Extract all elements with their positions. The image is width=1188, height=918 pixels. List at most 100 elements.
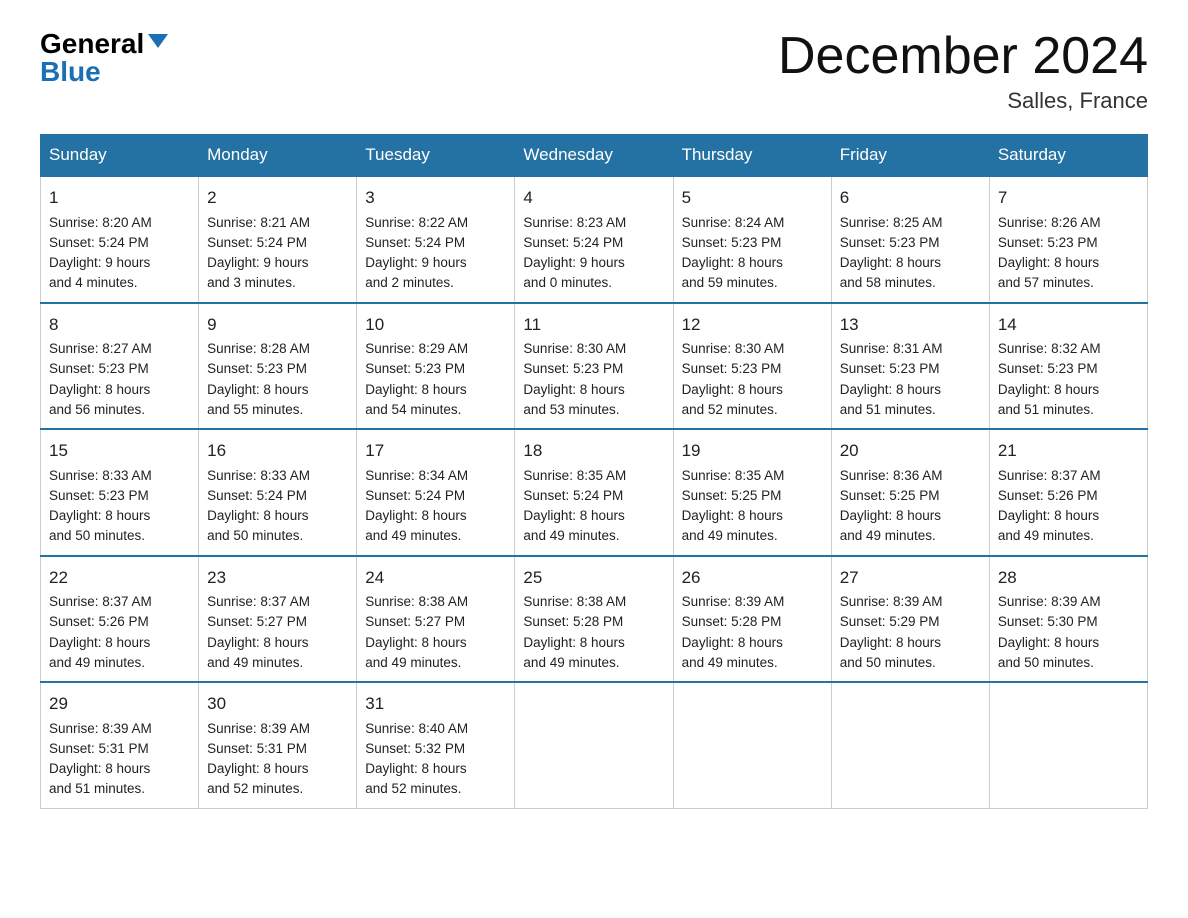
day-info: Sunrise: 8:32 AMSunset: 5:23 PMDaylight:… [998, 339, 1139, 420]
page-header: General Blue December 2024 Salles, Franc… [40, 30, 1148, 114]
day-number: 22 [49, 565, 190, 591]
calendar-cell: 24Sunrise: 8:38 AMSunset: 5:27 PMDayligh… [357, 556, 515, 683]
day-number: 11 [523, 312, 664, 338]
week-row-3: 15Sunrise: 8:33 AMSunset: 5:23 PMDayligh… [41, 429, 1148, 556]
day-number: 6 [840, 185, 981, 211]
calendar-cell: 15Sunrise: 8:33 AMSunset: 5:23 PMDayligh… [41, 429, 199, 556]
logo: General Blue [40, 30, 168, 86]
column-header-friday: Friday [831, 135, 989, 177]
day-info: Sunrise: 8:34 AMSunset: 5:24 PMDaylight:… [365, 466, 506, 547]
day-number: 27 [840, 565, 981, 591]
day-number: 10 [365, 312, 506, 338]
day-number: 18 [523, 438, 664, 464]
calendar-cell: 18Sunrise: 8:35 AMSunset: 5:24 PMDayligh… [515, 429, 673, 556]
column-header-saturday: Saturday [989, 135, 1147, 177]
day-info: Sunrise: 8:38 AMSunset: 5:27 PMDaylight:… [365, 592, 506, 673]
day-number: 16 [207, 438, 348, 464]
calendar-cell [989, 682, 1147, 808]
calendar-cell: 1Sunrise: 8:20 AMSunset: 5:24 PMDaylight… [41, 176, 199, 303]
day-info: Sunrise: 8:30 AMSunset: 5:23 PMDaylight:… [523, 339, 664, 420]
day-info: Sunrise: 8:36 AMSunset: 5:25 PMDaylight:… [840, 466, 981, 547]
logo-blue-text: Blue [40, 58, 101, 86]
header-row: SundayMondayTuesdayWednesdayThursdayFrid… [41, 135, 1148, 177]
column-header-tuesday: Tuesday [357, 135, 515, 177]
day-number: 19 [682, 438, 823, 464]
day-number: 23 [207, 565, 348, 591]
day-number: 14 [998, 312, 1139, 338]
calendar-cell: 14Sunrise: 8:32 AMSunset: 5:23 PMDayligh… [989, 303, 1147, 430]
calendar-cell [673, 682, 831, 808]
day-number: 4 [523, 185, 664, 211]
calendar-cell: 21Sunrise: 8:37 AMSunset: 5:26 PMDayligh… [989, 429, 1147, 556]
day-number: 13 [840, 312, 981, 338]
month-title: December 2024 [778, 30, 1148, 82]
day-number: 24 [365, 565, 506, 591]
day-number: 2 [207, 185, 348, 211]
header-right: December 2024 Salles, France [778, 30, 1148, 114]
day-number: 1 [49, 185, 190, 211]
calendar-cell: 17Sunrise: 8:34 AMSunset: 5:24 PMDayligh… [357, 429, 515, 556]
day-number: 26 [682, 565, 823, 591]
calendar-cell: 5Sunrise: 8:24 AMSunset: 5:23 PMDaylight… [673, 176, 831, 303]
day-info: Sunrise: 8:24 AMSunset: 5:23 PMDaylight:… [682, 213, 823, 294]
day-number: 20 [840, 438, 981, 464]
logo-triangle-icon [148, 34, 168, 48]
calendar-cell: 10Sunrise: 8:29 AMSunset: 5:23 PMDayligh… [357, 303, 515, 430]
day-info: Sunrise: 8:28 AMSunset: 5:23 PMDaylight:… [207, 339, 348, 420]
location-label: Salles, France [778, 88, 1148, 114]
calendar-cell: 13Sunrise: 8:31 AMSunset: 5:23 PMDayligh… [831, 303, 989, 430]
calendar-cell: 11Sunrise: 8:30 AMSunset: 5:23 PMDayligh… [515, 303, 673, 430]
calendar-cell [515, 682, 673, 808]
day-info: Sunrise: 8:35 AMSunset: 5:24 PMDaylight:… [523, 466, 664, 547]
day-info: Sunrise: 8:38 AMSunset: 5:28 PMDaylight:… [523, 592, 664, 673]
day-number: 17 [365, 438, 506, 464]
day-info: Sunrise: 8:35 AMSunset: 5:25 PMDaylight:… [682, 466, 823, 547]
day-info: Sunrise: 8:40 AMSunset: 5:32 PMDaylight:… [365, 719, 506, 800]
calendar-cell: 20Sunrise: 8:36 AMSunset: 5:25 PMDayligh… [831, 429, 989, 556]
week-row-4: 22Sunrise: 8:37 AMSunset: 5:26 PMDayligh… [41, 556, 1148, 683]
day-number: 3 [365, 185, 506, 211]
day-info: Sunrise: 8:39 AMSunset: 5:28 PMDaylight:… [682, 592, 823, 673]
day-info: Sunrise: 8:39 AMSunset: 5:30 PMDaylight:… [998, 592, 1139, 673]
calendar-cell: 26Sunrise: 8:39 AMSunset: 5:28 PMDayligh… [673, 556, 831, 683]
day-info: Sunrise: 8:22 AMSunset: 5:24 PMDaylight:… [365, 213, 506, 294]
column-header-monday: Monday [199, 135, 357, 177]
calendar-cell: 30Sunrise: 8:39 AMSunset: 5:31 PMDayligh… [199, 682, 357, 808]
day-number: 8 [49, 312, 190, 338]
week-row-5: 29Sunrise: 8:39 AMSunset: 5:31 PMDayligh… [41, 682, 1148, 808]
day-number: 5 [682, 185, 823, 211]
day-number: 28 [998, 565, 1139, 591]
column-header-thursday: Thursday [673, 135, 831, 177]
day-info: Sunrise: 8:29 AMSunset: 5:23 PMDaylight:… [365, 339, 506, 420]
calendar-cell: 19Sunrise: 8:35 AMSunset: 5:25 PMDayligh… [673, 429, 831, 556]
calendar-cell: 23Sunrise: 8:37 AMSunset: 5:27 PMDayligh… [199, 556, 357, 683]
day-info: Sunrise: 8:30 AMSunset: 5:23 PMDaylight:… [682, 339, 823, 420]
calendar-cell: 6Sunrise: 8:25 AMSunset: 5:23 PMDaylight… [831, 176, 989, 303]
column-header-sunday: Sunday [41, 135, 199, 177]
calendar-cell: 9Sunrise: 8:28 AMSunset: 5:23 PMDaylight… [199, 303, 357, 430]
day-info: Sunrise: 8:25 AMSunset: 5:23 PMDaylight:… [840, 213, 981, 294]
day-info: Sunrise: 8:37 AMSunset: 5:26 PMDaylight:… [49, 592, 190, 673]
day-info: Sunrise: 8:33 AMSunset: 5:23 PMDaylight:… [49, 466, 190, 547]
day-info: Sunrise: 8:27 AMSunset: 5:23 PMDaylight:… [49, 339, 190, 420]
calendar-cell: 28Sunrise: 8:39 AMSunset: 5:30 PMDayligh… [989, 556, 1147, 683]
week-row-2: 8Sunrise: 8:27 AMSunset: 5:23 PMDaylight… [41, 303, 1148, 430]
day-number: 9 [207, 312, 348, 338]
day-number: 30 [207, 691, 348, 717]
day-info: Sunrise: 8:26 AMSunset: 5:23 PMDaylight:… [998, 213, 1139, 294]
day-number: 12 [682, 312, 823, 338]
day-number: 25 [523, 565, 664, 591]
day-info: Sunrise: 8:37 AMSunset: 5:27 PMDaylight:… [207, 592, 348, 673]
calendar-table: SundayMondayTuesdayWednesdayThursdayFrid… [40, 134, 1148, 809]
day-info: Sunrise: 8:39 AMSunset: 5:31 PMDaylight:… [49, 719, 190, 800]
calendar-cell: 25Sunrise: 8:38 AMSunset: 5:28 PMDayligh… [515, 556, 673, 683]
logo-general-text: General [40, 30, 144, 58]
day-info: Sunrise: 8:31 AMSunset: 5:23 PMDaylight:… [840, 339, 981, 420]
calendar-body: 1Sunrise: 8:20 AMSunset: 5:24 PMDaylight… [41, 176, 1148, 808]
week-row-1: 1Sunrise: 8:20 AMSunset: 5:24 PMDaylight… [41, 176, 1148, 303]
day-info: Sunrise: 8:33 AMSunset: 5:24 PMDaylight:… [207, 466, 348, 547]
calendar-cell: 4Sunrise: 8:23 AMSunset: 5:24 PMDaylight… [515, 176, 673, 303]
calendar-cell: 16Sunrise: 8:33 AMSunset: 5:24 PMDayligh… [199, 429, 357, 556]
calendar-cell: 12Sunrise: 8:30 AMSunset: 5:23 PMDayligh… [673, 303, 831, 430]
day-info: Sunrise: 8:39 AMSunset: 5:29 PMDaylight:… [840, 592, 981, 673]
